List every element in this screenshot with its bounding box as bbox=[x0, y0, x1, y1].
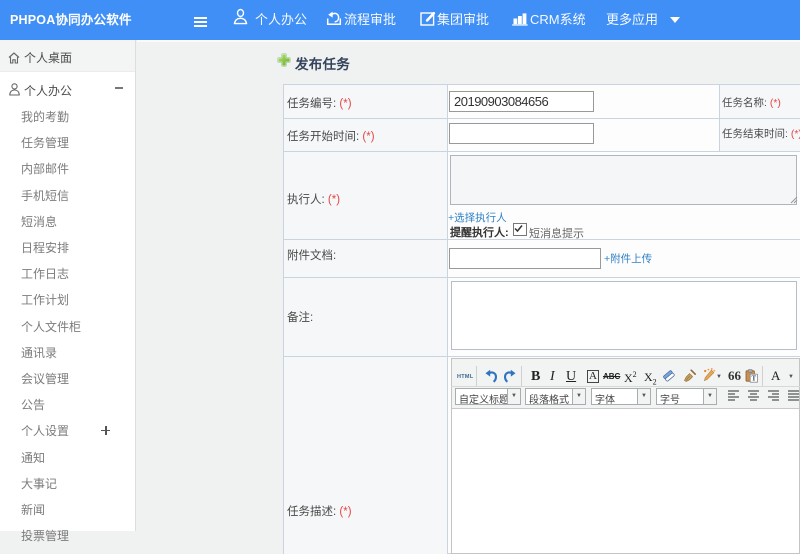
svg-text:T: T bbox=[751, 374, 756, 382]
